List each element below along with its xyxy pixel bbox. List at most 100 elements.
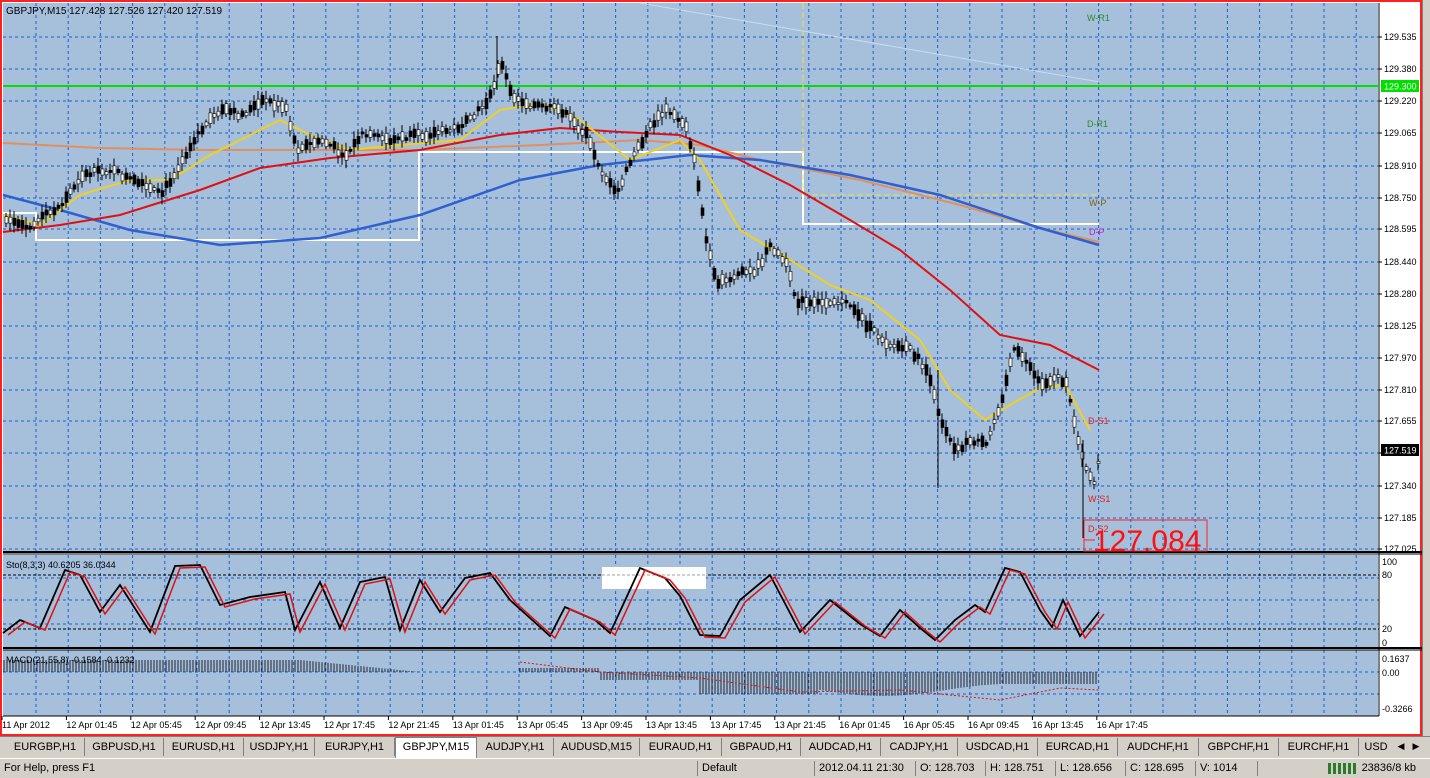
- candle: [520, 98, 525, 107]
- candle: [416, 129, 421, 136]
- tab-scroll-left-icon[interactable]: ◀: [1394, 740, 1408, 754]
- candle: [676, 117, 681, 122]
- candle: [744, 269, 749, 275]
- candle: [624, 166, 629, 172]
- tab-usdcad-h1[interactable]: USDCAD,H1: [958, 738, 1038, 756]
- candle: [976, 438, 981, 442]
- candle: [736, 271, 741, 277]
- candle: [52, 207, 57, 216]
- tab-audjpy-h1[interactable]: AUDJPY,H1: [477, 738, 554, 756]
- price-tick-label: 127.340: [1384, 481, 1417, 491]
- tab-cadjpy-h1[interactable]: CADJPY,H1: [881, 738, 958, 756]
- candle: [80, 170, 85, 182]
- pivot-w-s1-label: W-S1: [1088, 494, 1110, 504]
- status-close: C: 128.695: [1125, 761, 1195, 776]
- candle: [948, 437, 953, 442]
- time-tick-label: 13 Apr 17:45: [710, 720, 761, 730]
- candle: [832, 298, 837, 306]
- tab-gbpchf-h1[interactable]: GBPCHF,H1: [1199, 738, 1279, 756]
- time-tick-label: 16 Apr 05:45: [904, 720, 955, 730]
- candle: [64, 191, 69, 203]
- tab-eurgbp-h1[interactable]: EURGBP,H1: [6, 738, 85, 756]
- candle: [1016, 346, 1021, 357]
- candle: [428, 133, 433, 139]
- candle: [1068, 398, 1073, 403]
- candle: [464, 115, 469, 124]
- candle: [884, 338, 889, 349]
- candle: [708, 250, 713, 260]
- candle: [348, 148, 353, 152]
- tab-eurjpy-h1[interactable]: EURJPY,H1: [315, 738, 395, 756]
- tab-gbpusd-h1[interactable]: GBPUSD,H1: [85, 738, 164, 756]
- tab-eurchf-h1[interactable]: EURCHF,H1: [1279, 738, 1359, 756]
- candle: [436, 130, 441, 135]
- time-tick-label: 12 Apr 01:45: [66, 720, 117, 730]
- candle: [152, 187, 157, 191]
- candle: [388, 138, 393, 145]
- time-tick-label: 13 Apr 05:45: [517, 720, 568, 730]
- candle: [488, 89, 493, 99]
- candle: [896, 340, 901, 352]
- candle: [964, 437, 969, 445]
- candle: [696, 180, 701, 192]
- candle: [12, 217, 17, 226]
- candle: [996, 407, 1001, 417]
- tab-gbpjpy-m15[interactable]: GBPJPY,M15: [395, 737, 477, 758]
- candle: [308, 141, 313, 146]
- chart-canvas[interactable]: W-R1 D-R1 W-P D-P D-S1 W-S1 D-S2 127.084…: [0, 0, 1430, 736]
- tab-eurusd-h1[interactable]: EURUSD,H1: [164, 738, 244, 756]
- candle: [1092, 481, 1097, 485]
- candle: [156, 188, 161, 193]
- candle: [1040, 378, 1045, 390]
- tab-usd-partial[interactable]: USD: [1359, 738, 1393, 756]
- price-tick-label: 127.970: [1384, 353, 1417, 363]
- candle: [468, 114, 473, 121]
- pivot-w-p-label: W-P: [1089, 198, 1106, 208]
- candle: [284, 103, 289, 112]
- candle: [860, 313, 865, 321]
- tab-eurcad-h1[interactable]: EURCAD,H1: [1038, 738, 1118, 756]
- price-tick-label: 128.595: [1384, 224, 1417, 234]
- candle: [480, 106, 485, 109]
- candle: [232, 107, 237, 114]
- time-tick-label: 12 Apr 21:45: [388, 720, 439, 730]
- candle: [684, 121, 689, 132]
- tab-scroll-right-icon[interactable]: ▶: [1409, 740, 1423, 754]
- candle: [364, 134, 369, 138]
- candle: [272, 100, 277, 112]
- tab-euraud-h1[interactable]: EURAUD,H1: [640, 738, 722, 756]
- time-tick-label: 16 Apr 01:45: [839, 720, 890, 730]
- candle: [292, 135, 297, 144]
- candle: [244, 112, 249, 116]
- candle: [940, 419, 945, 428]
- tab-audcad-h1[interactable]: AUDCAD,H1: [801, 738, 881, 756]
- candle: [588, 137, 593, 149]
- candle: [320, 138, 325, 144]
- candle: [440, 126, 445, 132]
- candle: [552, 103, 557, 110]
- candle: [544, 105, 549, 112]
- stoch-label: Sto(8,3,3) 40.6205 36.0344: [6, 560, 116, 570]
- price-tick-label: 128.750: [1384, 193, 1417, 203]
- candle: [1076, 436, 1081, 445]
- candle: [568, 112, 573, 122]
- candle: [40, 211, 45, 220]
- tab-audchf-h1[interactable]: AUDCHF,H1: [1118, 738, 1199, 756]
- tab-audusd-m15[interactable]: AUDUSD,M15: [554, 738, 640, 756]
- candle: [76, 179, 81, 185]
- candle: [84, 169, 89, 177]
- candle: [404, 137, 409, 141]
- candle: [356, 136, 361, 145]
- candle: [212, 113, 217, 118]
- candle: [328, 143, 333, 147]
- price-tick-label: 128.910: [1384, 161, 1417, 171]
- candle: [992, 419, 997, 424]
- status-low: L: 128.656: [1055, 761, 1125, 776]
- candle: [608, 178, 613, 188]
- status-bar: For Help, press F1 Default 2012.04.11 21…: [0, 758, 1430, 778]
- tab-usdjpy-h1[interactable]: USDJPY,H1: [244, 738, 315, 756]
- status-open: O: 128.703: [915, 761, 985, 776]
- time-tick-label: 16 Apr 17:45: [1097, 720, 1148, 730]
- candle: [572, 117, 577, 127]
- tab-gbpaud-h1[interactable]: GBPAUD,H1: [722, 738, 801, 756]
